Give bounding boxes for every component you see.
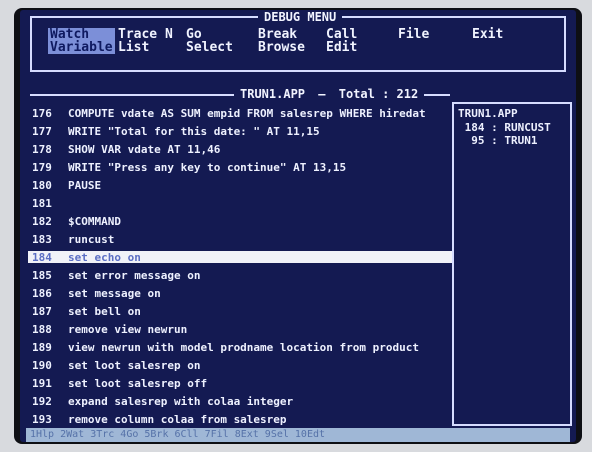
call-stack-entry[interactable]: 184 : RUNCUST — [458, 122, 551, 134]
code-line[interactable]: set loot salesrep on — [68, 360, 200, 372]
menu-frame-right — [564, 16, 566, 72]
terminal-screen: DEBUG MENU Watch Variable Trace N List Go Sel… — [20, 10, 576, 442]
line-number: 184 — [32, 251, 52, 264]
line-number: 182 — [32, 215, 52, 228]
line-number: 176 — [32, 107, 52, 120]
line-number: 177 — [32, 125, 52, 138]
call-stack-title: TRUN1.APP — [458, 107, 518, 120]
line-number: 189 — [32, 341, 52, 354]
menu-item-go[interactable]: Go Select — [186, 28, 233, 54]
menu-item-variable[interactable]: Watch Variable — [48, 28, 115, 54]
code-line[interactable]: set echo on — [68, 252, 141, 264]
line-number: 180 — [32, 179, 52, 192]
code-line[interactable]: WRITE "Press any key to continue" AT 13,… — [68, 162, 346, 174]
menu-item-sublabel: Variable — [50, 40, 113, 55]
menu-item-exit[interactable]: Exit — [472, 28, 503, 41]
line-number: 192 — [32, 395, 52, 408]
menu-item-sublabel: List — [118, 40, 150, 55]
menu-item-sublabel: Browse — [258, 40, 305, 55]
menu-item-file[interactable]: File — [398, 28, 429, 41]
editor-header: TRUN1.APP — Total : 212 — [234, 87, 425, 101]
code-line[interactable]: runcust — [68, 234, 114, 246]
line-number: 179 — [32, 161, 52, 174]
code-line[interactable]: remove column colaa from salesrep — [68, 414, 287, 426]
code-line[interactable]: remove view newrun — [68, 324, 187, 336]
menu-item-trace[interactable]: Trace N List — [118, 28, 173, 54]
code-line[interactable]: SHOW VAR vdate AT 11,46 — [68, 144, 220, 156]
code-line[interactable]: $COMMAND — [68, 216, 121, 228]
code-line[interactable]: expand salesrep with colaa integer — [68, 396, 293, 408]
line-number: 191 — [32, 377, 52, 390]
menu-title: DEBUG MENU — [258, 10, 343, 24]
code-line[interactable]: set error message on — [68, 270, 200, 282]
call-stack-entry[interactable]: 95 : TRUN1 — [458, 135, 537, 147]
menu-item-call[interactable]: Call Edit — [326, 28, 357, 54]
call-stack-panel: TRUN1.APP 184 : RUNCUST 95 : TRUN1 — [452, 102, 572, 426]
header-separator: — — [318, 87, 326, 101]
menu-frame-left — [30, 16, 32, 72]
line-number: 193 — [32, 413, 52, 426]
function-key-bar: 1Hlp 2Wat 3Trc 4Go 5Brk 6Cll 7Fil 8Ext 9… — [26, 428, 570, 442]
line-number: 178 — [32, 143, 52, 156]
code-line[interactable]: COMPUTE vdate AS SUM empid FROM salesrep… — [68, 108, 426, 120]
line-number: 185 — [32, 269, 52, 282]
line-number: 188 — [32, 323, 52, 336]
menu-frame-bottom — [30, 70, 566, 72]
code-line[interactable]: set loot salesrep off — [68, 378, 207, 390]
menu-item-label: File — [398, 27, 430, 42]
line-number: 186 — [32, 287, 52, 300]
code-line[interactable]: PAUSE — [68, 180, 101, 192]
line-number: 181 — [32, 197, 52, 210]
menu-item-break[interactable]: Break Browse — [258, 28, 305, 54]
line-number: 190 — [32, 359, 52, 372]
code-line[interactable]: set bell on — [68, 306, 141, 318]
menu-item-sublabel: Select — [186, 40, 233, 55]
code-line[interactable]: view newrun with model prodname location… — [68, 342, 419, 354]
menu-item-label: Exit — [472, 27, 504, 42]
menu-item-sublabel: Edit — [326, 40, 358, 55]
code-line[interactable]: set message on — [68, 288, 161, 300]
total-count: Total : 212 — [338, 87, 419, 101]
line-number: 187 — [32, 305, 52, 318]
file-name: TRUN1.APP — [240, 87, 306, 101]
code-line[interactable]: WRITE "Total for this date: " AT 11,15 — [68, 126, 320, 138]
line-number: 183 — [32, 233, 52, 246]
